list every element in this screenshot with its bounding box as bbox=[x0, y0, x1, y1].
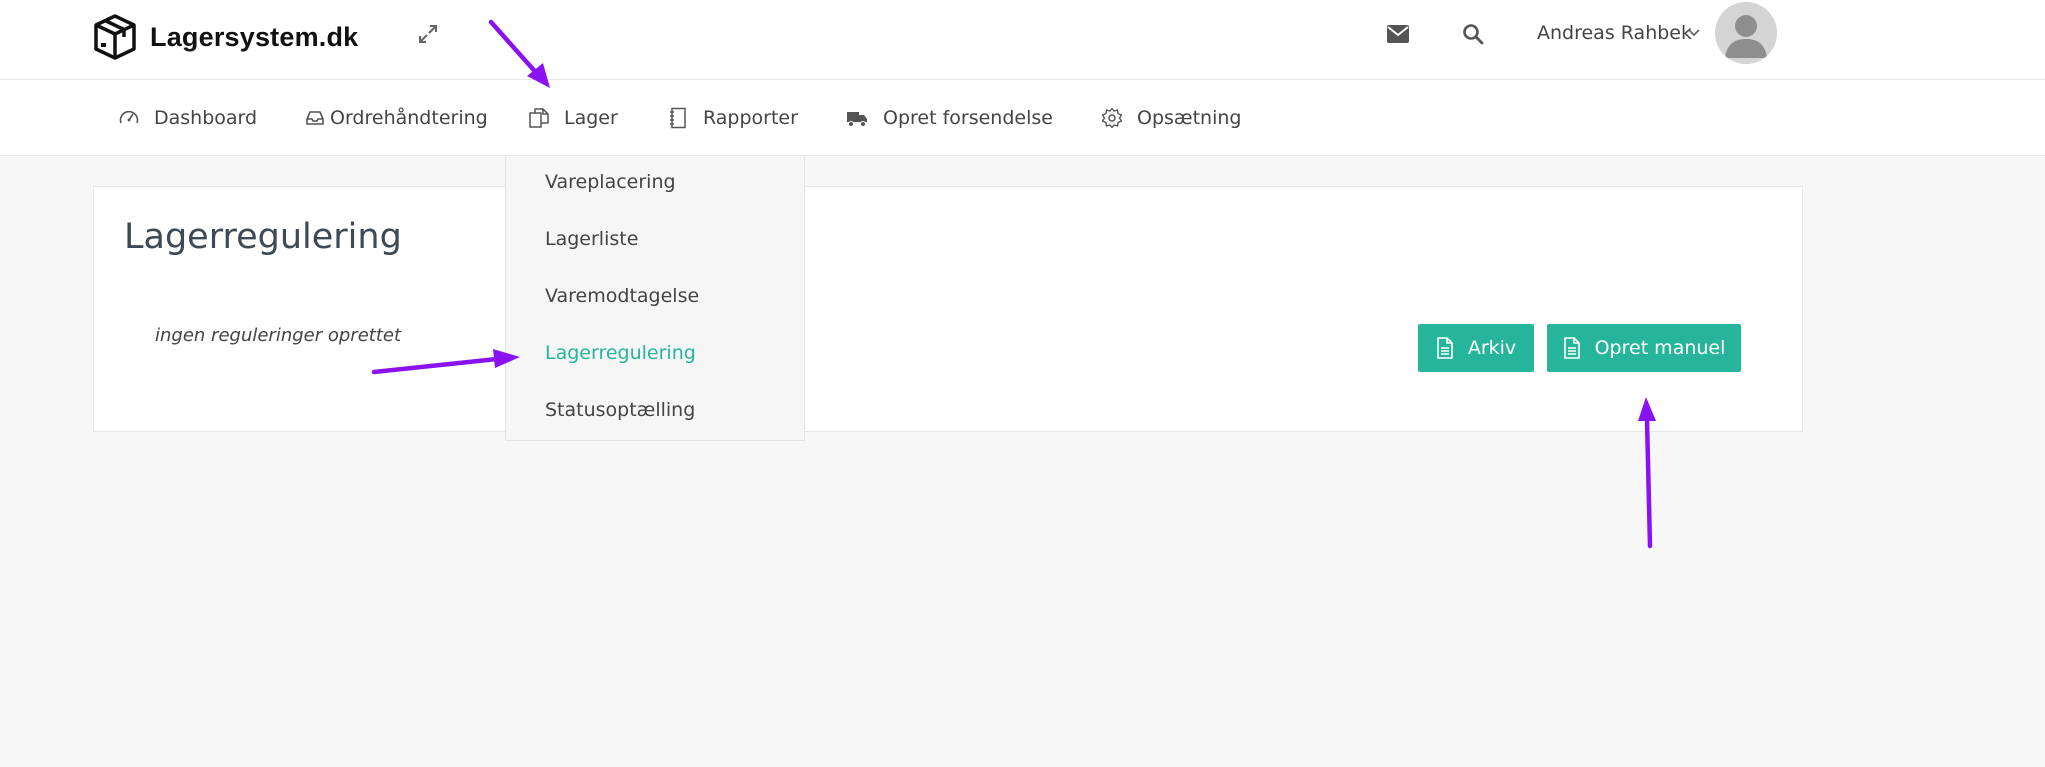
avatar[interactable] bbox=[1715, 2, 1777, 64]
nav-item-rapporter[interactable]: Rapporter bbox=[667, 80, 798, 156]
user-menu-name[interactable]: Andreas Rahbek bbox=[1537, 22, 1692, 44]
search-icon[interactable] bbox=[1462, 23, 1484, 45]
button-label: Arkiv bbox=[1467, 337, 1517, 359]
expand-icon[interactable] bbox=[416, 22, 440, 46]
dropdown-item-statusoptaelling[interactable]: Statusoptælling bbox=[545, 399, 695, 421]
opret-manuel-button[interactable]: Opret manuel bbox=[1547, 324, 1741, 372]
nav-label: Lager bbox=[564, 107, 618, 129]
nav-label: Ordrehåndtering bbox=[330, 107, 488, 129]
main-navigation: Dashboard Ordrehåndtering Lager Rapporte… bbox=[0, 80, 2045, 156]
gear-icon bbox=[1101, 107, 1123, 129]
nav-item-ordrehandtering[interactable]: Ordrehåndtering bbox=[304, 80, 488, 156]
dropdown-item-varemodtagelse[interactable]: Varemodtagelse bbox=[545, 285, 699, 307]
inbox-icon bbox=[306, 111, 324, 125]
notebook-icon bbox=[670, 107, 686, 129]
document-icon bbox=[1563, 337, 1580, 359]
box-logo-icon bbox=[94, 14, 136, 60]
nav-label: Dashboard bbox=[154, 107, 258, 129]
nav-item-opsaetning[interactable]: Opsætning bbox=[1101, 80, 1241, 156]
chevron-down-icon[interactable] bbox=[1687, 28, 1701, 38]
dropdown-item-lagerliste[interactable]: Lagerliste bbox=[545, 228, 638, 250]
nav-item-dashboard[interactable]: Dashboard bbox=[118, 80, 257, 156]
speedometer-icon bbox=[119, 110, 139, 124]
dropdown-item-vareplacering[interactable]: Vareplacering bbox=[545, 171, 676, 193]
document-icon bbox=[1437, 337, 1453, 359]
truck-icon bbox=[847, 112, 867, 127]
nav-label: Opret forsendelse bbox=[883, 107, 1053, 129]
envelope-icon[interactable] bbox=[1387, 25, 1409, 43]
lager-dropdown-menu: Vareplacering Lagerliste Varemodtagelse … bbox=[505, 156, 805, 441]
button-label: Opret manuel bbox=[1594, 337, 1726, 359]
content-card: Lagerregulering ingen reguleringer opret… bbox=[93, 186, 1803, 432]
nav-item-lager[interactable]: Lager bbox=[528, 80, 618, 156]
nav-label: Rapporter bbox=[703, 107, 798, 129]
empty-state-message: ingen reguleringer oprettet bbox=[155, 325, 402, 346]
arkiv-button[interactable]: Arkiv bbox=[1418, 324, 1534, 372]
user-silhouette-icon bbox=[1715, 2, 1777, 64]
brand-logo[interactable]: Lagersystem.dk bbox=[92, 13, 358, 61]
documents-icon bbox=[529, 108, 549, 128]
page-title: Lagerregulering bbox=[124, 217, 402, 257]
nav-label: Opsætning bbox=[1137, 107, 1242, 129]
nav-item-opret-forsendelse[interactable]: Opret forsendelse bbox=[845, 80, 1053, 156]
top-bar: Lagersystem.dk Andreas Rahbek bbox=[0, 0, 2045, 80]
brand-name: Lagersystem.dk bbox=[150, 21, 359, 52]
dropdown-item-lagerregulering[interactable]: Lagerregulering bbox=[545, 342, 696, 364]
